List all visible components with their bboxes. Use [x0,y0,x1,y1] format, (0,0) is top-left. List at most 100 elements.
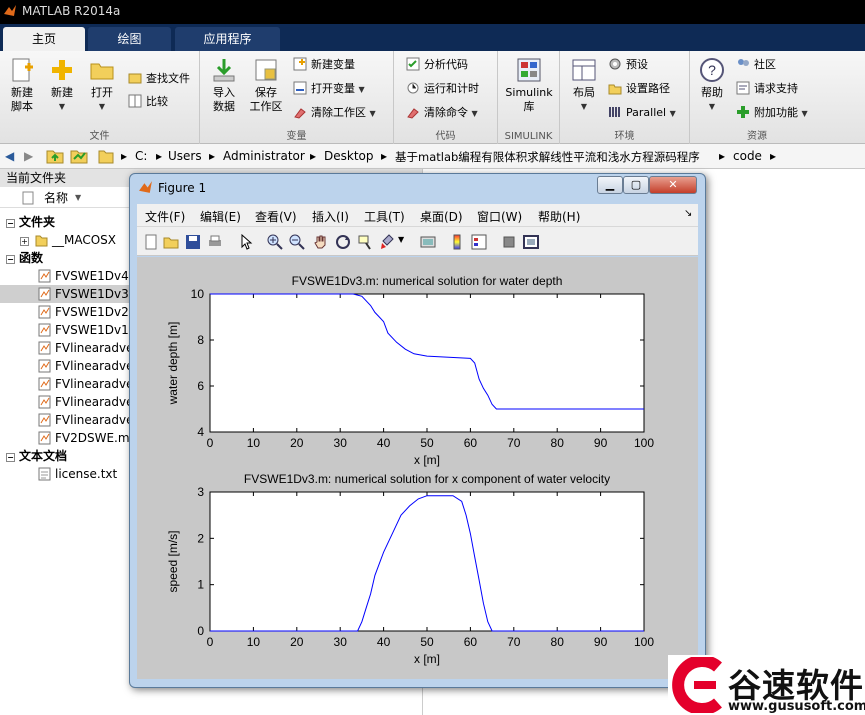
ribbon: 新建 脚本 新建 ▼ 打开 ▼ 查找文件 比较 文件 导入 数据 保存 工作区 新建… [0,51,865,144]
menu-desktop[interactable]: 桌面(D) [420,208,463,225]
back-icon[interactable]: ◀ [5,149,14,163]
menu-file[interactable]: 文件(F) [145,208,185,225]
data-cursor-icon[interactable] [357,234,373,250]
path-segment-code[interactable]: code [733,149,762,163]
plots-svg: 0 10 20 30 40 50 60 70 80 90 10046810FVSWE1Dv3.m: … [166,274,654,666]
menu-tools[interactable]: 工具(T) [364,208,405,225]
parallel-button[interactable]: Parallel ▼ [608,103,676,123]
tab-plots[interactable]: 绘图 [88,27,171,51]
new-button[interactable]: 新建 ▼ [44,57,80,114]
import-data-button[interactable]: 导入 数据 [206,57,242,114]
hide-plot-tools-icon[interactable] [501,234,517,250]
maximize-button[interactable]: ▢ [623,176,649,194]
legend-icon[interactable] [471,234,487,250]
save-workspace-icon [255,59,277,81]
new-figure-icon[interactable] [143,234,159,250]
clear-commands-button[interactable]: 清除命令 ▼ [406,103,478,123]
expand-icon[interactable]: + [20,237,29,246]
folder-icon [90,63,114,80]
figure-canvas[interactable]: 0 10 20 30 40 50 60 70 80 90 100 4 6 8 10 FVSWE1Dv3.m: … [137,257,698,679]
save-icon[interactable] [185,234,201,250]
arrow-cursor-icon[interactable] [239,234,255,250]
tab-apps[interactable]: 应用程序 [175,27,280,51]
collapse-icon[interactable]: − [6,219,15,228]
tab-home[interactable]: 主页 [3,27,85,51]
y-tick-label: 1 [197,578,204,592]
layout-button[interactable]: 布局 ▼ [566,57,602,114]
menu-insert[interactable]: 插入(I) [312,208,349,225]
simulink-library-button[interactable]: Simulink 库 [503,57,555,114]
compare-button[interactable]: 比较 [128,92,168,112]
up-folder-icon[interactable] [46,148,64,164]
plot-area [209,491,645,632]
pan-hand-icon[interactable] [313,234,329,250]
simulink-group: Simulink 库 SIMULINK [498,51,560,144]
plus-icon [52,60,72,80]
code-group-label: 代码 [435,131,456,142]
dock-arrow-icon[interactable]: ↘ [684,208,692,219]
y-axis-label: water depth [m] [166,322,180,406]
x-tick-label: 20 [290,635,304,649]
collapse-icon[interactable]: − [6,453,15,462]
open-button[interactable]: 打开 ▼ [84,57,120,114]
menu-window[interactable]: 窗口(W) [477,208,522,225]
chart-title: FVSWE1Dv3.m: numerical solution for x co… [244,472,610,486]
x-tick-label: 30 [334,436,348,450]
show-plot-tools-icon[interactable] [523,234,539,250]
forward-icon[interactable]: ▶ [24,149,33,163]
brush-icon[interactable] [379,234,395,250]
compare-icon [128,94,142,108]
add-ons-button[interactable]: 附加功能 ▼ [736,103,808,123]
tree-item-label: FVSWE1Dv3. [55,287,133,301]
analyze-code-button[interactable]: 分析代码 [406,55,468,75]
path-segment-project[interactable]: 基于matlab编程有限体积求解线性平流和浅水方程源码程序 [395,149,700,165]
matlab-figure-logo-icon [139,181,152,193]
help-button[interactable]: ? 帮助 ▼ [696,57,728,114]
find-files-button[interactable]: 查找文件 [128,69,190,89]
new-variable-button[interactable]: 新建变量 [293,55,355,75]
tree-item-label: 文件夹 [19,215,56,229]
watermark-logo: 谷速软件 www.gususoft.com [668,655,865,715]
path-segment-administrator[interactable]: Administrator [223,149,305,163]
y-tick-label: 4 [197,425,204,439]
community-button[interactable]: 社区 [736,55,776,75]
set-path-button[interactable]: 设置路径 [608,79,670,99]
print-icon[interactable] [207,234,223,250]
file-group-label: 文件 [89,131,110,142]
x-tick-label: 40 [377,436,391,450]
x-tick-label: 30 [334,635,348,649]
menu-help[interactable]: 帮助(H) [538,208,580,225]
zoom-in-icon[interactable] [267,234,283,250]
colorbar-icon[interactable] [449,234,465,250]
brush-dropdown-icon[interactable]: ▼ [398,235,404,244]
menu-edit[interactable]: 编辑(E) [200,208,241,225]
path-segment-desktop[interactable]: Desktop [324,149,374,163]
request-support-button[interactable]: 请求支持 [736,79,798,99]
run-and-time-button[interactable]: 运行和计时 [406,79,479,99]
path-segment-c[interactable]: C: [135,149,147,163]
link-plot-icon[interactable] [420,234,436,250]
rotate-3d-icon[interactable] [335,234,351,250]
community-icon [738,59,749,66]
path-segment-users[interactable]: Users [168,149,202,163]
open-variable-button[interactable]: 打开变量 ▼ [293,79,365,99]
set-path-icon [608,84,622,95]
text-file-icon [38,467,51,481]
m-file-icon [38,269,51,283]
browse-folder-icon[interactable] [70,148,88,164]
close-button[interactable]: ✕ [649,176,697,194]
collapse-icon[interactable]: − [6,255,15,264]
figure-menubar: 文件(F) 编辑(E) 查看(V) 插入(I) 工具(T) 桌面(D) 窗口(W… [137,204,698,226]
x-tick-label: 100 [634,635,654,649]
open-file-icon[interactable] [163,234,179,250]
menu-view[interactable]: 查看(V) [255,208,297,225]
y-axis-label: speed [m/s] [166,530,180,592]
zoom-out-icon[interactable] [289,234,305,250]
minimize-button[interactable]: ▁ [597,176,623,194]
x-tick-label: 10 [247,635,261,649]
save-workspace-button[interactable]: 保存 工作区 [246,57,286,114]
m-file-icon [38,413,51,427]
preferences-button[interactable]: 预设 [608,55,648,75]
new-script-button[interactable]: 新建 脚本 [4,57,40,114]
clear-workspace-button[interactable]: 清除工作区 ▼ [293,103,376,123]
